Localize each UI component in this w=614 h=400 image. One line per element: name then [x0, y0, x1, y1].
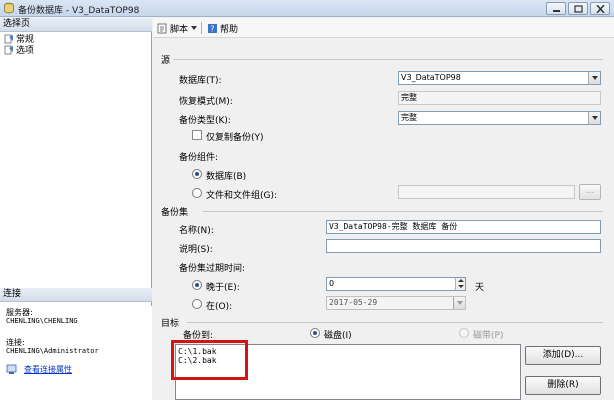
nav-item-label: 选项: [16, 46, 35, 56]
script-button[interactable]: 脚本: [157, 21, 198, 35]
close-button[interactable]: [590, 2, 610, 15]
content-area: 源 数据库(T): V3_DataTOP98 恢复模式(M): 完整 备份类型(…: [153, 39, 614, 400]
chevron-down-icon: [588, 112, 600, 124]
maximize-icon: [574, 5, 583, 13]
remove-destination-button[interactable]: 删除(R): [525, 376, 601, 395]
page-icon: [4, 34, 13, 43]
help-icon: ?: [208, 23, 217, 33]
database-label: 数据库(T):: [179, 76, 222, 86]
help-label: 帮助: [220, 24, 239, 35]
copy-only-label: 仅复制备份(Y): [206, 133, 264, 143]
description-input[interactable]: [326, 239, 601, 253]
spinner-arrows-icon[interactable]: [455, 278, 465, 290]
expire-after-label: 晚于(E):: [206, 283, 240, 293]
backup-type-label: 备份类型(K):: [179, 116, 231, 126]
maximize-button[interactable]: [568, 2, 588, 15]
backup-type-select-value: 完整: [401, 113, 417, 122]
component-database-label: 数据库(B): [206, 172, 247, 182]
description-label: 说明(S):: [179, 245, 213, 255]
files-browse-button[interactable]: ...: [579, 184, 601, 200]
expire-label: 备份集过期时间:: [179, 264, 246, 274]
disk-label: 磁盘(I): [324, 331, 352, 341]
left-pane: 选择页 常规 选项 连接 服务器: CHENLING\CHENLING 连接: …: [0, 18, 152, 400]
recovery-model-field: 完整: [398, 91, 601, 105]
files-field: [398, 185, 575, 199]
backup-type-select[interactable]: 完整: [398, 111, 601, 125]
days-label: 天: [475, 283, 485, 293]
toolbar-separator: [201, 22, 202, 34]
backup-set-header: 备份集: [161, 208, 189, 218]
connection-properties-icon: [6, 364, 17, 374]
chevron-down-icon: [588, 72, 600, 84]
add-destination-button[interactable]: 添加(D)...: [525, 346, 601, 365]
select-page-header: 选择页: [0, 18, 152, 32]
divider: [203, 211, 603, 212]
database-backup-icon: [4, 2, 14, 14]
right-pane: 脚本 ? 帮助 源 数据库(T): V3_DataTOP98 恢复模式(M): …: [153, 18, 614, 400]
recovery-model-label: 恢复模式(M):: [179, 97, 233, 107]
expire-on-label: 在(O):: [206, 302, 233, 312]
component-files-radio[interactable]: [192, 188, 202, 198]
tape-radio: [459, 328, 469, 338]
nav-item-options[interactable]: 选项: [4, 44, 35, 56]
component-database-radio[interactable]: [192, 169, 202, 179]
minimize-button[interactable]: [546, 2, 566, 15]
backup-name-label: 名称(N):: [179, 226, 214, 236]
annotation-highlight-box: [171, 340, 248, 380]
backup-component-label: 备份组件:: [179, 153, 219, 163]
component-files-label: 文件和文件组(G):: [206, 191, 278, 201]
database-select[interactable]: V3_DataTOP98: [398, 71, 601, 85]
connection-value: CHENLING\Administrator: [6, 347, 99, 355]
script-label: 脚本: [170, 24, 189, 35]
copy-only-checkbox[interactable]: [192, 130, 202, 140]
expire-date-value: 2017-05-29: [329, 298, 378, 307]
title-bar: 备份数据库 - V3_DataTOP98: [0, 0, 614, 17]
connection-header: 连接: [0, 288, 152, 302]
page-icon: [4, 45, 13, 54]
view-connection-properties-link[interactable]: 查看连接属性: [24, 364, 72, 375]
toolbar: 脚本 ? 帮助: [153, 18, 614, 38]
chevron-down-icon: [191, 25, 198, 30]
expire-days-spinner[interactable]: 0: [326, 277, 466, 291]
destination-header: 目标: [161, 319, 180, 329]
divider: [173, 59, 603, 60]
calendar-dropdown-icon: [453, 297, 465, 309]
tape-label: 磁带(P): [473, 331, 504, 341]
expire-on-radio[interactable]: [192, 299, 202, 309]
expire-days-value: 0: [329, 279, 335, 288]
help-button[interactable]: ? 帮助: [207, 21, 238, 35]
close-icon: [596, 5, 605, 13]
script-icon: [157, 23, 167, 33]
source-header: 源: [161, 56, 171, 66]
window-title: 备份数据库 - V3_DataTOP98: [18, 6, 140, 16]
disk-radio[interactable]: [310, 328, 320, 338]
divider: [187, 322, 603, 323]
backup-name-input[interactable]: V3_DataTOP98-完整 数据库 备份: [326, 220, 601, 234]
expire-date-picker: 2017-05-29: [326, 296, 466, 310]
server-value: CHENLING\CHENLING: [6, 317, 78, 325]
database-select-value: V3_DataTOP98: [401, 73, 461, 82]
minimize-icon: [553, 10, 560, 12]
expire-after-radio[interactable]: [192, 280, 202, 290]
svg-text:?: ?: [210, 24, 214, 33]
